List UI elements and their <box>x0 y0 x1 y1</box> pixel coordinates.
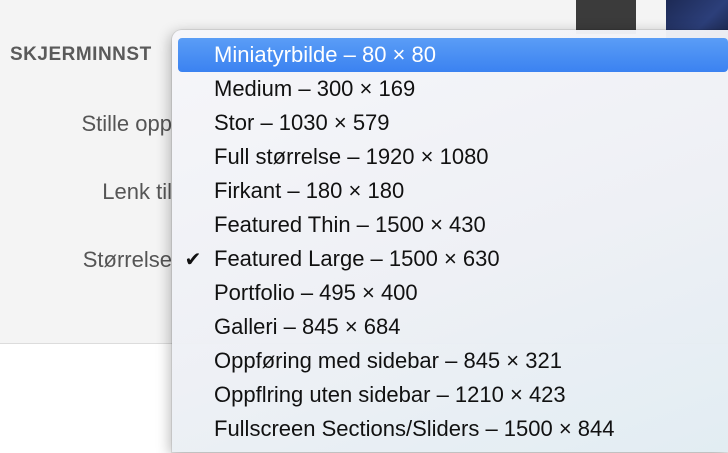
menu-item-size[interactable]: Fullscreen Sections/Sliders – 1500 × 844 <box>178 412 728 446</box>
menu-item-size[interactable]: ✔ Featured Large – 1500 × 630 <box>178 242 728 276</box>
menu-item-size[interactable]: Firkant – 180 × 180 <box>178 174 728 208</box>
menu-item-label: Galleri – 845 × 684 <box>214 314 401 339</box>
menu-item-label: Full størrelse – 1920 × 1080 <box>214 144 489 169</box>
menu-item-label: Oppflring uten sidebar – 1210 × 423 <box>214 382 566 407</box>
menu-item-size[interactable]: Stor – 1030 × 579 <box>178 106 728 140</box>
menu-item-size[interactable]: Portfolio – 495 × 400 <box>178 276 728 310</box>
media-thumbnail-dark <box>576 0 636 34</box>
menu-item-size[interactable]: Full størrelse – 1920 × 1080 <box>178 140 728 174</box>
section-title: SKJERMINNST <box>10 44 152 65</box>
menu-item-label: Firkant – 180 × 180 <box>214 178 405 203</box>
menu-item-label: Medium – 300 × 169 <box>214 76 416 101</box>
menu-item-label: Featured Large – 1500 × 630 <box>214 246 500 271</box>
menu-item-label: Featured Thin – 1500 × 430 <box>214 212 486 237</box>
menu-item-size[interactable]: Oppflring uten sidebar – 1210 × 423 <box>178 378 728 412</box>
menu-item-size[interactable]: Oppføring med sidebar – 845 × 321 <box>178 344 728 378</box>
size-label: Størrelse <box>82 247 172 272</box>
menu-item-size[interactable]: Galleri – 845 × 684 <box>178 310 728 344</box>
menu-item-size[interactable]: Featured Thin – 1500 × 430 <box>178 208 728 242</box>
link-to-label: Lenk til <box>102 179 172 204</box>
menu-item-label: Miniatyrbilde – 80 × 80 <box>214 42 436 67</box>
menu-item-size[interactable]: Medium – 300 × 169 <box>178 72 728 106</box>
menu-item-label: Stor – 1030 × 579 <box>214 110 390 135</box>
size-dropdown-menu[interactable]: Miniatyrbilde – 80 × 80 Medium – 300 × 1… <box>172 30 728 452</box>
menu-item-size[interactable]: Miniatyrbilde – 80 × 80 <box>178 38 728 72</box>
menu-item-label: Oppføring med sidebar – 845 × 321 <box>214 348 562 373</box>
menu-item-label: Portfolio – 495 × 400 <box>214 280 418 305</box>
alignment-label: Stille opp <box>81 111 172 136</box>
checkmark-icon: ✔ <box>184 248 202 271</box>
menu-item-label: Fullscreen Sections/Sliders – 1500 × 844 <box>214 416 615 441</box>
